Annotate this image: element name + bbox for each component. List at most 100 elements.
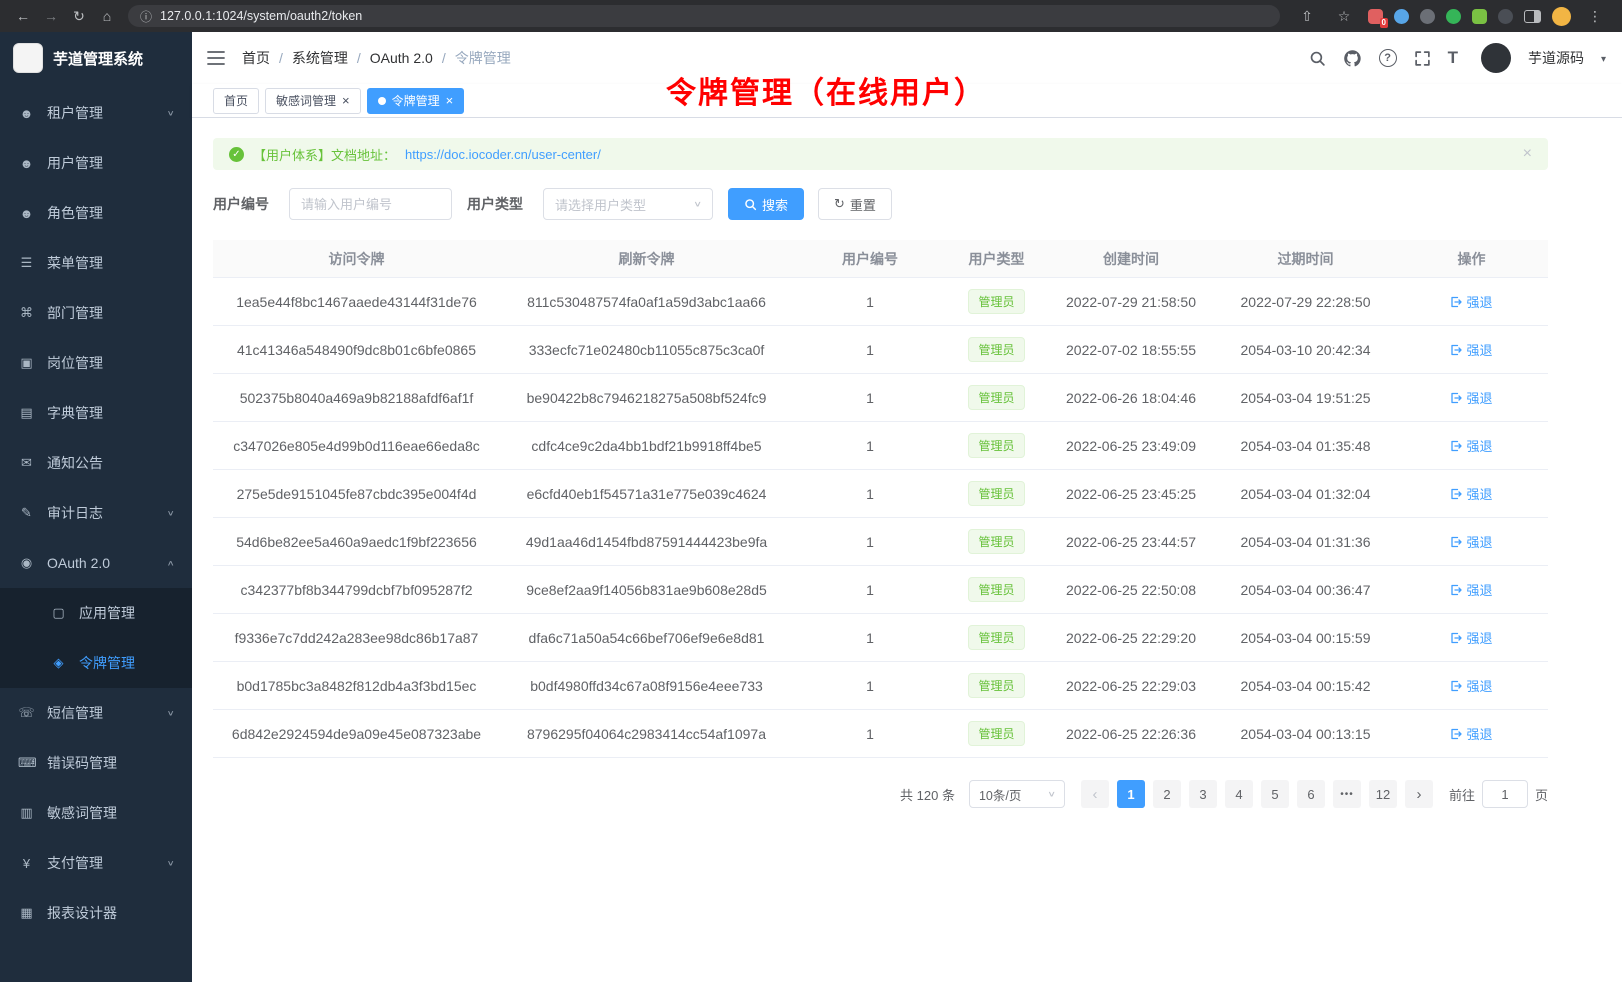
goto-unit-label: 页 (1535, 785, 1548, 804)
cell-expire-time: 2054-03-04 01:32:04 (1216, 486, 1395, 502)
cell-actions: 强退 (1395, 532, 1548, 551)
browser-back-button[interactable]: ← (10, 4, 36, 28)
bookmark-star-icon[interactable]: ☆ (1331, 4, 1357, 28)
browser-profile-avatar[interactable] (1552, 7, 1571, 26)
extension-icon[interactable] (1420, 9, 1435, 24)
sidebar-item-pay[interactable]: ¥ 支付管理 ∨ (0, 838, 192, 888)
sidebar-item-menu[interactable]: ☰ 菜单管理 (0, 238, 192, 288)
chevron-icon: ∨ (166, 109, 174, 117)
reset-button[interactable]: ↻ 重置 (818, 188, 892, 220)
pagination-page-3[interactable]: 3 (1189, 780, 1217, 808)
sidebar-collapse-icon[interactable] (207, 50, 225, 66)
cell-access-token: 502375b8040a469a9b82188afdf6af1f (213, 390, 500, 406)
pagination-page-6[interactable]: 6 (1297, 780, 1325, 808)
user-caret-icon[interactable]: ▾ (1601, 54, 1606, 65)
pagination-page-12[interactable]: 12 (1369, 780, 1397, 808)
user-type-select[interactable]: 请选择用户类型 ∨ (543, 188, 713, 220)
sidebar-item-report[interactable]: ▦ 报表设计器 (0, 888, 192, 938)
browser-reload-button[interactable]: ↻ (66, 4, 92, 28)
force-logout-button[interactable]: 强退 (1450, 676, 1492, 695)
sidebar-item-role[interactable]: ☻ 角色管理 (0, 188, 192, 238)
force-logout-button[interactable]: 强退 (1450, 340, 1492, 359)
extension-icon[interactable] (1446, 9, 1461, 24)
browser-home-button[interactable]: ⌂ (94, 4, 120, 28)
sidebar-item-oauth2[interactable]: ◉ OAuth 2.0 ∧ (0, 538, 192, 588)
force-logout-button[interactable]: 强退 (1450, 532, 1492, 551)
browser-forward-button[interactable]: → (38, 4, 64, 28)
sidebar-item-audit[interactable]: ✎ 审计日志 ∨ (0, 488, 192, 538)
extension-icon[interactable]: 0 (1368, 9, 1383, 24)
cell-user-id: 1 (793, 294, 947, 310)
chevron-down-icon: ∨ (1047, 790, 1056, 799)
sidebar-item-errcode[interactable]: ⌨ 错误码管理 (0, 738, 192, 788)
browser-address-bar[interactable]: ⓘ 127.0.0.1:1024/system/oauth2/token (128, 5, 1280, 27)
sidebar: 芋道管理系统 ☻ 租户管理 ∨ ☻ 用户管理 ☻ 角色管理 ☰ 菜单管理 ⌘ 部… (0, 32, 192, 982)
force-logout-button[interactable]: 强退 (1450, 580, 1492, 599)
tab-2[interactable]: 令牌管理 × (367, 88, 465, 114)
alert-close-icon[interactable]: × (1523, 145, 1532, 163)
cell-actions: 强退 (1395, 724, 1548, 743)
pagination-prev-button[interactable]: ‹ (1081, 780, 1109, 808)
tab-close-icon[interactable]: × (446, 94, 454, 107)
sidebar-item-token[interactable]: ◈ 令牌管理 (0, 638, 192, 688)
force-logout-button[interactable]: 强退 (1450, 628, 1492, 647)
cell-access-token: 1ea5e44f8bc1467aaede43144f31de76 (213, 294, 500, 310)
sidebar-item-dict[interactable]: ▤ 字典管理 (0, 388, 192, 438)
user-name[interactable]: 芋道源码 (1528, 48, 1584, 68)
extension-icon[interactable] (1498, 9, 1513, 24)
tab-split-icon[interactable] (1524, 10, 1541, 23)
page-size-select[interactable]: 10条/页 ∨ (969, 780, 1065, 808)
sidebar-item-app[interactable]: ▢ 应用管理 (0, 588, 192, 638)
force-logout-button[interactable]: 强退 (1450, 388, 1492, 407)
force-logout-button[interactable]: 强退 (1450, 436, 1492, 455)
pagination-page-5[interactable]: 5 (1261, 780, 1289, 808)
pagination-page-2[interactable]: 2 (1153, 780, 1181, 808)
doc-link[interactable]: https://doc.iocoder.cn/user-center/ (405, 147, 601, 162)
goto-page-input[interactable] (1482, 780, 1528, 808)
fullscreen-icon[interactable] (1414, 50, 1431, 67)
extension-icon[interactable] (1394, 9, 1409, 24)
sidebar-item-user[interactable]: ☻ 用户管理 (0, 138, 192, 188)
table-row: 275e5de9151045fe87cbdc395e004f4d e6cfd40… (213, 470, 1548, 518)
cell-user-id: 1 (793, 726, 947, 742)
breadcrumb-item[interactable]: OAuth 2.0 (370, 50, 433, 66)
pagination-page-4[interactable]: 4 (1225, 780, 1253, 808)
chevron-icon: ∧ (166, 559, 174, 567)
share-icon[interactable]: ⇧ (1294, 4, 1320, 28)
search-button[interactable]: 搜索 (728, 188, 804, 220)
cell-refresh-token: 811c530487574fa0af1a59d3abc1aa66 (500, 294, 793, 310)
site-info-icon[interactable]: ⓘ (140, 8, 152, 25)
browser-menu-icon[interactable]: ⋮ (1582, 4, 1608, 28)
pagination-more-button[interactable]: ••• (1333, 780, 1361, 808)
breadcrumb-item[interactable]: 系统管理 (292, 48, 348, 68)
table-row: c342377bf8b344799dcbf7bf095287f2 9ce8ef2… (213, 566, 1548, 614)
force-logout-button[interactable]: 强退 (1450, 724, 1492, 743)
sidebar-item-notice[interactable]: ✉ 通知公告 (0, 438, 192, 488)
sidebar-item-tenant[interactable]: ☻ 租户管理 ∨ (0, 88, 192, 138)
sidebar-item-sensitive[interactable]: ▥ 敏感词管理 (0, 788, 192, 838)
breadcrumb-item[interactable]: 首页 (242, 48, 270, 68)
help-icon[interactable]: ? (1379, 49, 1397, 67)
tokens-table: 访问令牌刷新令牌用户编号用户类型创建时间过期时间操作 1ea5e44f8bc14… (213, 240, 1548, 758)
tab-0[interactable]: 首页 (213, 88, 259, 114)
user-id-input[interactable] (289, 188, 452, 220)
sidebar-item-post[interactable]: ▣ 岗位管理 (0, 338, 192, 388)
pagination-page-1[interactable]: 1 (1117, 780, 1145, 808)
font-size-icon[interactable]: T (1448, 48, 1458, 68)
tab-1[interactable]: 敏感词管理 × (265, 88, 361, 114)
user-avatar[interactable] (1481, 43, 1511, 73)
extension-icon[interactable] (1472, 9, 1487, 24)
sidebar-item-sms[interactable]: ☏ 短信管理 ∨ (0, 688, 192, 738)
tab-close-icon[interactable]: × (342, 94, 350, 107)
search-icon[interactable] (1309, 50, 1326, 67)
cell-expire-time: 2054-03-04 00:15:59 (1216, 630, 1395, 646)
force-logout-button[interactable]: 强退 (1450, 292, 1492, 311)
cell-actions: 强退 (1395, 292, 1548, 311)
github-icon[interactable] (1343, 49, 1362, 68)
force-logout-label: 强退 (1466, 532, 1492, 551)
user-type-badge: 管理员 (968, 673, 1024, 698)
pagination-next-button[interactable]: › (1405, 780, 1433, 808)
url-text: 127.0.0.1:1024/system/oauth2/token (160, 9, 362, 23)
sidebar-item-dept[interactable]: ⌘ 部门管理 (0, 288, 192, 338)
force-logout-button[interactable]: 强退 (1450, 484, 1492, 503)
